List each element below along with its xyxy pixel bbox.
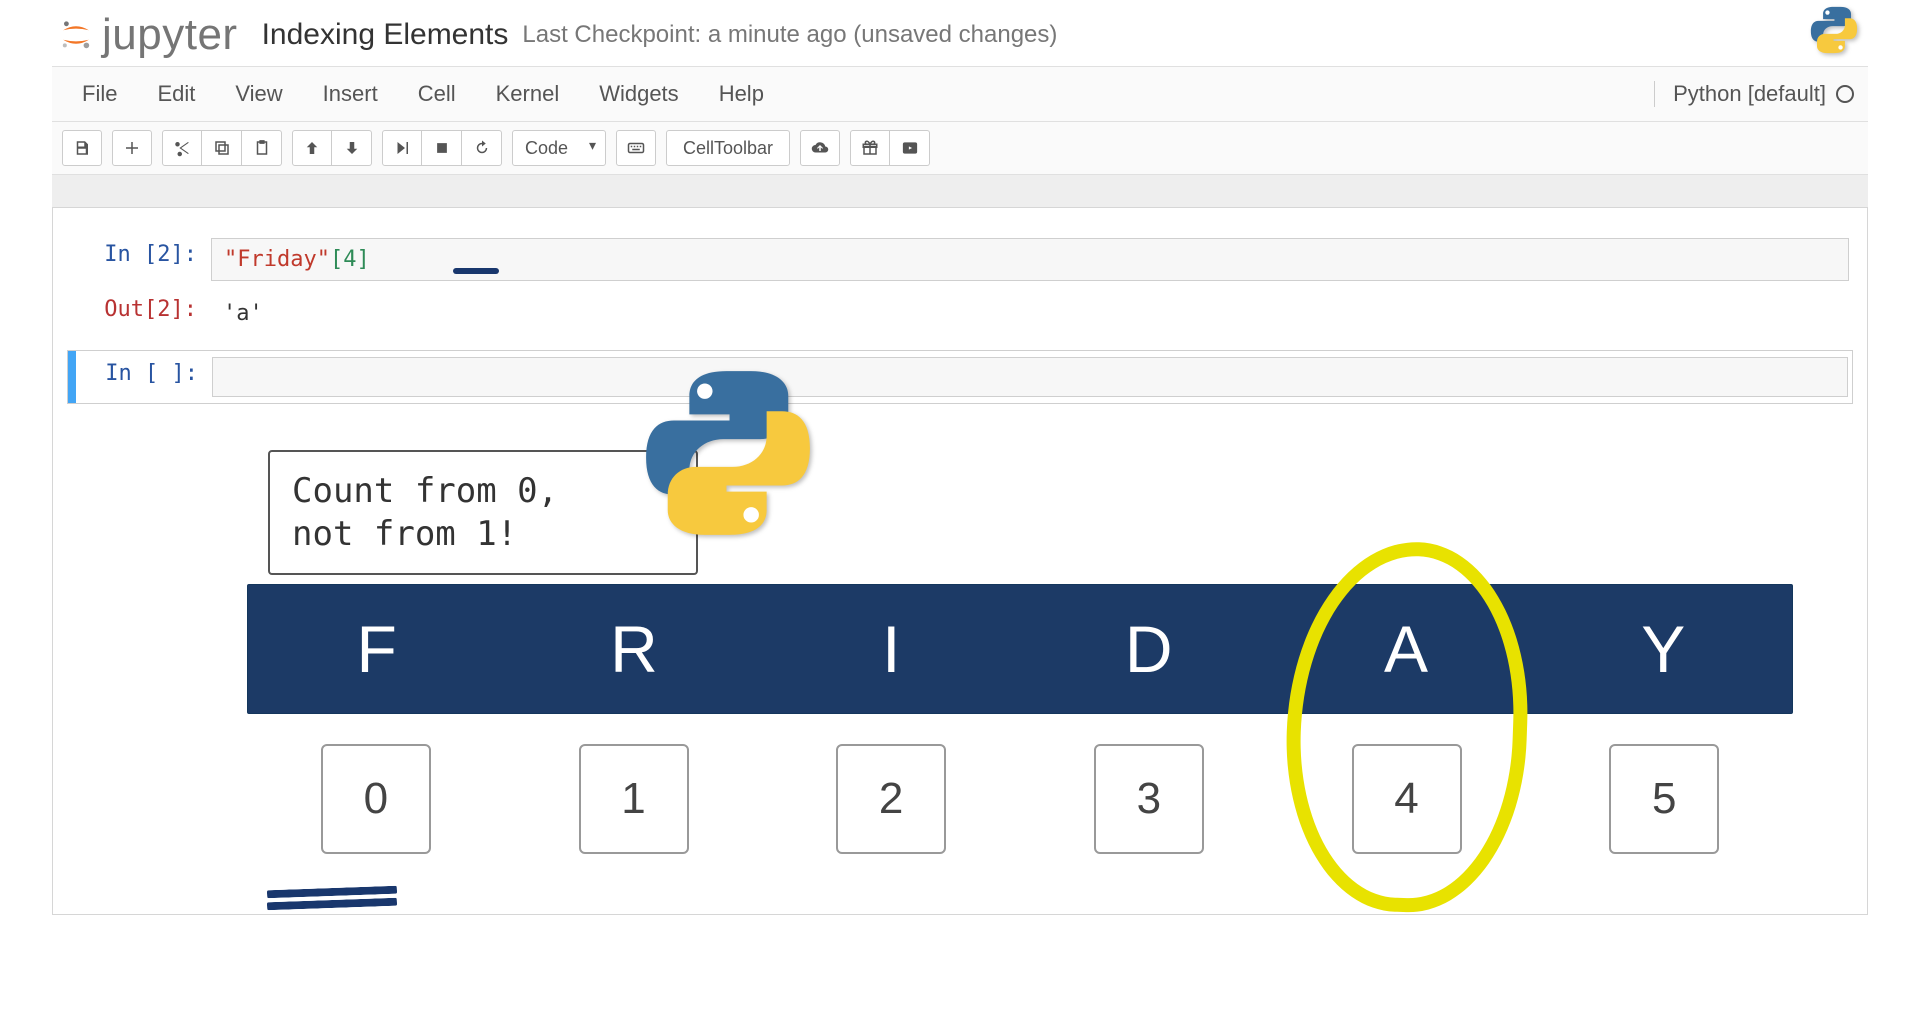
gift-icon — [861, 139, 879, 157]
cell-toolbar-button[interactable]: CellToolbar — [666, 130, 790, 166]
tip-line: not from 1! — [292, 513, 674, 556]
menu-edit[interactable]: Edit — [137, 69, 215, 119]
index-box: 4 — [1352, 744, 1462, 854]
jupyter-icon — [60, 19, 92, 51]
index-cell-wrap: 4 — [1278, 744, 1536, 854]
menu-cell[interactable]: Cell — [398, 69, 476, 119]
play-rect-icon — [901, 139, 919, 157]
arrow-up-icon — [303, 139, 321, 157]
menu-widgets[interactable]: Widgets — [579, 69, 698, 119]
run-button[interactable] — [382, 130, 422, 166]
bracket: [ — [330, 247, 343, 272]
tip-line: Count from 0, — [292, 470, 674, 513]
keyboard-icon — [627, 139, 645, 157]
notebook-area: In [2]: "Friday"[4] Out[2]: 'a' In [ ]: … — [52, 175, 1868, 915]
kernel-status-icon — [1836, 85, 1854, 103]
presentation-button[interactable] — [890, 130, 930, 166]
input-prompt: In [ ]: — [72, 357, 212, 397]
annotation-underline — [453, 268, 499, 274]
jupyter-logo-text: jupyter — [102, 10, 238, 60]
arrow-down-icon — [343, 139, 361, 157]
notebook-header: jupyter Indexing Elements Last Checkpoin… — [52, 0, 1868, 66]
python-logo-overlay — [643, 368, 813, 538]
letter-cell: I — [763, 585, 1020, 713]
plus-icon — [123, 139, 141, 157]
letter-cell: Y — [1535, 585, 1792, 713]
jupyter-logo[interactable]: jupyter — [60, 10, 238, 60]
paste-icon — [253, 139, 271, 157]
cloud-button[interactable] — [800, 130, 840, 166]
cut-button[interactable] — [162, 130, 202, 166]
index-cell-wrap: 0 — [247, 744, 505, 854]
cell-type-select[interactable]: Code — [512, 130, 606, 166]
kernel-indicator: Python [default] — [1654, 81, 1854, 107]
paste-button[interactable] — [242, 130, 282, 166]
index-box: 1 — [579, 744, 689, 854]
index-box: 2 — [836, 744, 946, 854]
index-row: 0 1 2 3 4 5 — [247, 744, 1793, 854]
stop-icon — [433, 139, 451, 157]
move-up-button[interactable] — [292, 130, 332, 166]
string-literal: "Friday" — [224, 247, 330, 272]
python-icon — [1810, 6, 1858, 57]
refresh-icon — [473, 139, 491, 157]
tip-callout: Count from 0, not from 1! — [268, 450, 698, 575]
code-input[interactable]: "Friday"[4] — [211, 238, 1849, 281]
letter-cell: D — [1020, 585, 1277, 713]
toolbar: Code CellToolbar — [52, 122, 1868, 175]
move-down-button[interactable] — [332, 130, 372, 166]
index-cell-wrap: 2 — [762, 744, 1020, 854]
menu-insert[interactable]: Insert — [303, 69, 398, 119]
index-literal: 4 — [343, 247, 356, 272]
bracket: ] — [356, 247, 369, 272]
save-button[interactable] — [62, 130, 102, 166]
gift-button[interactable] — [850, 130, 890, 166]
output-prompt: Out[2]: — [71, 293, 211, 334]
index-cell-wrap: 1 — [505, 744, 763, 854]
command-palette-button[interactable] — [616, 130, 656, 166]
interrupt-button[interactable] — [422, 130, 462, 166]
letter-cell: F — [248, 585, 505, 713]
notebook-title[interactable]: Indexing Elements — [262, 18, 509, 52]
save-icon — [73, 139, 91, 157]
index-box: 3 — [1094, 744, 1204, 854]
index-box: 5 — [1609, 744, 1719, 854]
menu-kernel[interactable]: Kernel — [476, 69, 580, 119]
cell-output: 'a' — [211, 293, 1849, 334]
code-input[interactable] — [212, 357, 1848, 397]
restart-button[interactable] — [462, 130, 502, 166]
code-cell[interactable]: In [2]: "Friday"[4] — [67, 232, 1853, 287]
annotation-double-underline — [267, 884, 397, 908]
checkpoint-status: Last Checkpoint: a minute ago (unsaved c… — [522, 21, 1057, 49]
kernel-name: Python [default] — [1673, 81, 1826, 107]
scissors-icon — [173, 139, 191, 157]
menu-file[interactable]: File — [62, 69, 137, 119]
cloud-upload-icon — [811, 139, 829, 157]
menubar: File Edit View Insert Cell Kernel Widget… — [52, 66, 1868, 122]
index-cell-wrap: 5 — [1535, 744, 1793, 854]
letter-cell: A — [1277, 585, 1534, 713]
output-row: Out[2]: 'a' — [67, 287, 1853, 340]
copy-button[interactable] — [202, 130, 242, 166]
input-prompt: In [2]: — [71, 238, 211, 281]
menu-view[interactable]: View — [215, 69, 302, 119]
copy-icon — [213, 139, 231, 157]
step-forward-icon — [393, 139, 411, 157]
indexing-diagram: FRIDAY 0 1 2 3 4 5 — [247, 584, 1793, 854]
add-cell-button[interactable] — [112, 130, 152, 166]
letter-row: FRIDAY — [247, 584, 1793, 714]
letter-cell: R — [505, 585, 762, 713]
notebook-container: In [2]: "Friday"[4] Out[2]: 'a' In [ ]: … — [52, 207, 1868, 915]
index-box: 0 — [321, 744, 431, 854]
menu-help[interactable]: Help — [699, 69, 784, 119]
code-cell-active[interactable]: In [ ]: — [67, 350, 1853, 404]
index-cell-wrap: 3 — [1020, 744, 1278, 854]
